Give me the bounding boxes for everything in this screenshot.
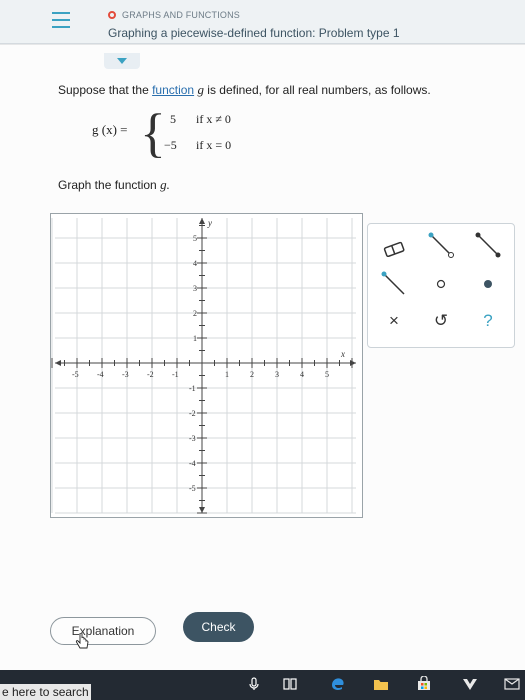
x-axis-label: x xyxy=(340,349,345,359)
taskbar-search[interactable]: e here to search xyxy=(0,684,91,700)
segment-closed-tool[interactable] xyxy=(470,230,506,260)
problem-content: Suppose that the function g is defined, … xyxy=(0,45,525,670)
y-axis-arrow-down-icon xyxy=(199,507,205,513)
y-tick-label: 5 xyxy=(193,234,197,243)
graph-instruction-text: Graph the function xyxy=(58,178,161,192)
closed-point-tool[interactable] xyxy=(470,269,506,299)
case-1-condition: if x ≠ 0 xyxy=(196,112,231,126)
x-tick-label: -5 xyxy=(72,370,79,379)
clear-tool[interactable]: × xyxy=(376,306,412,336)
piecewise-brace: { xyxy=(140,103,166,163)
topic-status-icon xyxy=(108,11,116,19)
segment-icon xyxy=(428,232,454,258)
prompt-rest: is defined, for all real numbers, as fol… xyxy=(203,83,431,97)
x-tick-label: 5 xyxy=(325,370,329,379)
problem-title: Graphing a piecewise-defined function: P… xyxy=(108,26,400,40)
function-lhs: g (x) = xyxy=(92,122,128,137)
case-2-value: −5 xyxy=(164,138,177,152)
filled-circle-icon xyxy=(484,280,492,288)
help-tool[interactable]: ? xyxy=(470,306,506,336)
x-tick-label: -4 xyxy=(97,370,104,379)
y-tick-label: 3 xyxy=(193,284,197,293)
edge-browser-icon[interactable] xyxy=(330,676,346,692)
menu-icon[interactable] xyxy=(52,12,70,28)
x-tick-label: 2 xyxy=(250,370,254,379)
ray-icon xyxy=(381,271,405,295)
file-explorer-icon[interactable] xyxy=(373,676,389,692)
explanation-button[interactable]: Explanation xyxy=(50,617,156,645)
microphone-icon[interactable] xyxy=(246,676,262,692)
y-tick-label: -3 xyxy=(189,434,196,443)
graph-canvas[interactable]: -5 -4 -3 -2 -1 1 2 3 4 5 5 4 3 2 1 -1 -2 -3 -4 -5 x y xyxy=(50,213,363,518)
function-definition-link[interactable]: function xyxy=(152,83,194,97)
eraser-tool[interactable] xyxy=(376,234,412,264)
problem-prompt: Suppose that the function g is defined, … xyxy=(58,82,431,98)
y-tick-label: 2 xyxy=(193,309,197,318)
topic-label: GRAPHS AND FUNCTIONS xyxy=(122,10,241,20)
y-axis-label: y xyxy=(207,218,212,228)
segment-closed-icon xyxy=(475,232,501,258)
top-header: GRAPHS AND FUNCTIONS Graphing a piecewis… xyxy=(0,0,525,44)
graph-tool-panel: × ↺ ? xyxy=(367,223,515,348)
task-view-icon[interactable] xyxy=(282,676,298,692)
collapse-header-button[interactable] xyxy=(104,53,140,69)
x-tick-label: 3 xyxy=(275,370,279,379)
open-point-tool[interactable] xyxy=(423,269,459,299)
y-axis-arrow-up-icon xyxy=(199,218,205,224)
graph-instruction: Graph the function g. xyxy=(58,177,170,193)
app-v-icon[interactable] xyxy=(462,676,478,692)
y-tick-label: -5 xyxy=(189,484,196,493)
y-tick-label: 1 xyxy=(193,334,197,343)
y-tick-label: -1 xyxy=(189,384,196,393)
store-icon[interactable] xyxy=(416,676,432,692)
undo-tool[interactable]: ↺ xyxy=(423,306,459,336)
topic-row: GRAPHS AND FUNCTIONS xyxy=(108,10,240,20)
open-circle-icon xyxy=(436,279,446,289)
y-tick-label: -2 xyxy=(189,409,196,418)
x-axis-arrow-left-icon xyxy=(55,360,61,366)
prompt-lead: Suppose that the xyxy=(58,83,153,97)
x-tick-label: -1 xyxy=(172,370,179,379)
graph-instruction-variable: g. xyxy=(160,177,170,192)
x-tick-label: 4 xyxy=(300,370,304,379)
hand-cursor-icon xyxy=(75,633,89,649)
coordinate-grid[interactable]: -5 -4 -3 -2 -1 1 2 3 4 5 5 4 3 2 1 -1 -2 -3 -4 -5 x y xyxy=(51,214,362,517)
eraser-icon xyxy=(383,241,405,257)
segment-open-closed-tool[interactable] xyxy=(423,230,459,260)
case-2-condition: if x = 0 xyxy=(196,138,232,152)
undo-icon: ↺ xyxy=(433,311,449,330)
x-tick-label: 1 xyxy=(225,370,229,379)
check-button[interactable]: Check xyxy=(183,612,254,642)
mail-icon[interactable] xyxy=(504,676,520,692)
x-tick-label: -2 xyxy=(147,370,154,379)
x-axis-arrow-right-icon xyxy=(350,360,356,366)
case-1-value: 5 xyxy=(170,112,176,126)
close-icon: × xyxy=(389,311,399,330)
ray-tool[interactable] xyxy=(376,269,412,299)
help-icon: ? xyxy=(483,311,493,330)
y-tick-label: -4 xyxy=(189,459,196,468)
y-tick-label: 4 xyxy=(193,259,197,268)
x-tick-label: -3 xyxy=(122,370,129,379)
